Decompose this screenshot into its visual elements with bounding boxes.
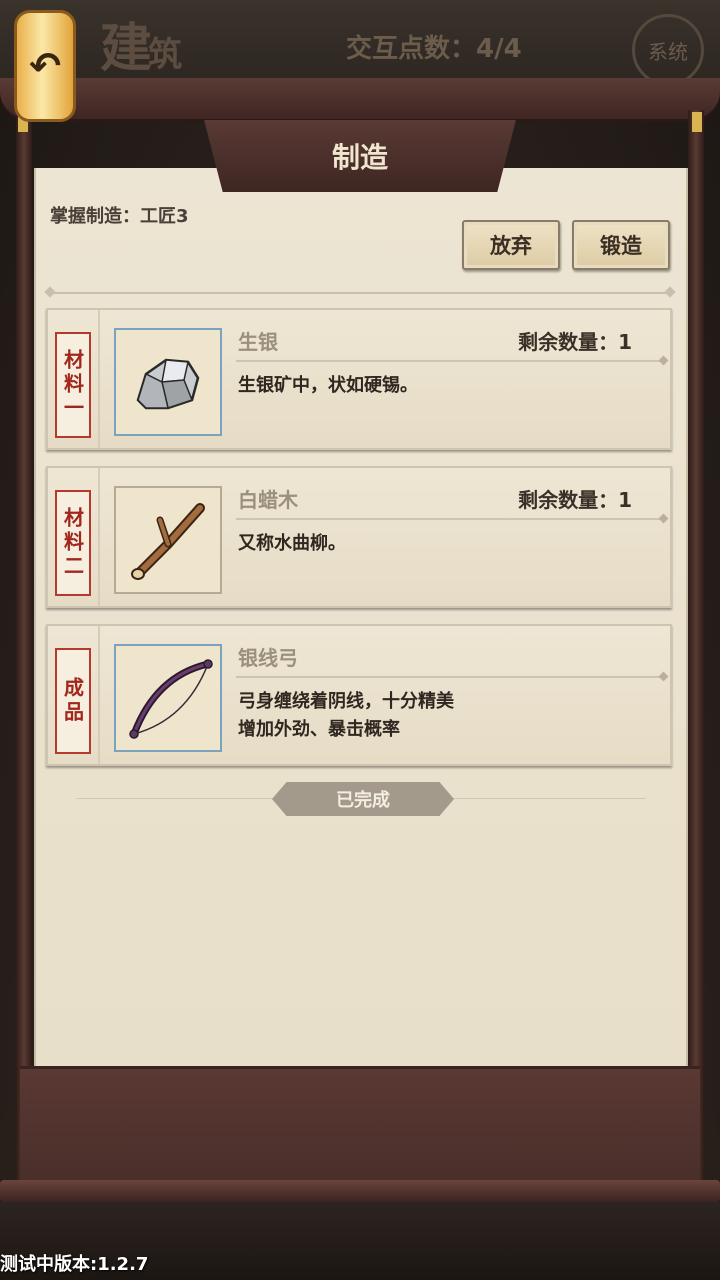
product-card: 成品 银线弓 弓身缠绕着阴线，十分精美 增加外劲、暴击概率 [46, 624, 672, 766]
item-description: 生银矿中，状如硬锡。 [238, 375, 418, 396]
mastery-level: 掌握制造：工匠3 [50, 206, 189, 227]
card-divider [236, 360, 664, 362]
item-slot[interactable] [114, 328, 222, 436]
silver-ore-icon [136, 358, 200, 410]
frame-post-left [16, 110, 32, 1190]
frame-cap-right [692, 112, 702, 132]
frame-base [0, 1180, 720, 1202]
panel-title-tab: 制造 [204, 120, 516, 192]
panel-title: 制造 [331, 141, 388, 174]
card-divider [236, 518, 664, 520]
item-name: 生银 [238, 330, 278, 354]
scene-title-sub: 筑 [148, 35, 182, 75]
abandon-button[interactable]: 放弃 [462, 220, 560, 270]
item-quantity: 剩余数量：1 [518, 330, 632, 354]
scene-title-main: 建 [100, 18, 152, 79]
back-button[interactable]: ↶ [14, 10, 76, 122]
item-quantity: 剩余数量：1 [518, 488, 632, 512]
crafting-panel [34, 168, 688, 1068]
interaction-points: 交互点数：4/4 [346, 34, 522, 64]
product-tag: 成品 [55, 648, 91, 754]
item-slot[interactable] [114, 486, 222, 594]
frame-roof [0, 78, 720, 122]
item-name: 银线弓 [238, 646, 298, 670]
tag-column: 材料二 [48, 468, 100, 606]
panel-divider [50, 292, 670, 294]
tag-column: 成品 [48, 626, 100, 764]
item-slot[interactable] [114, 644, 222, 752]
item-description-line-2: 增加外劲、暴击概率 [238, 719, 400, 740]
frame-post-right [688, 110, 704, 1190]
system-button[interactable]: 系统 [632, 14, 704, 86]
item-name: 白蜡木 [238, 488, 298, 512]
version-label: 测试中版本:1.2.7 [0, 1254, 149, 1275]
scene-title: 建筑 [100, 6, 182, 81]
frame-bottom [20, 1066, 700, 1186]
bow-icon [129, 659, 213, 739]
completed-badge: 已完成 [272, 782, 454, 816]
item-description: 又称水曲柳。 [238, 533, 346, 554]
material-card-2: 材料二 白蜡木 剩余数量：1 又称水曲柳。 [46, 466, 672, 608]
item-description-line-1: 弓身缠绕着阴线，十分精美 [238, 691, 454, 712]
ash-wood-branch-icon [131, 503, 205, 580]
material-tag: 材料一 [55, 332, 91, 438]
tag-column: 材料一 [48, 310, 100, 448]
forge-button[interactable]: 锻造 [572, 220, 670, 270]
back-arrow-icon: ↶ [29, 44, 61, 88]
card-divider [236, 676, 664, 678]
material-card-1: 材料一 生银 剩余数量：1 生银矿中，状如硬锡。 [46, 308, 672, 450]
item-description: 弓身缠绕着阴线，十分精美 增加外劲、暴击概率 [238, 688, 454, 744]
material-tag: 材料二 [55, 490, 91, 596]
